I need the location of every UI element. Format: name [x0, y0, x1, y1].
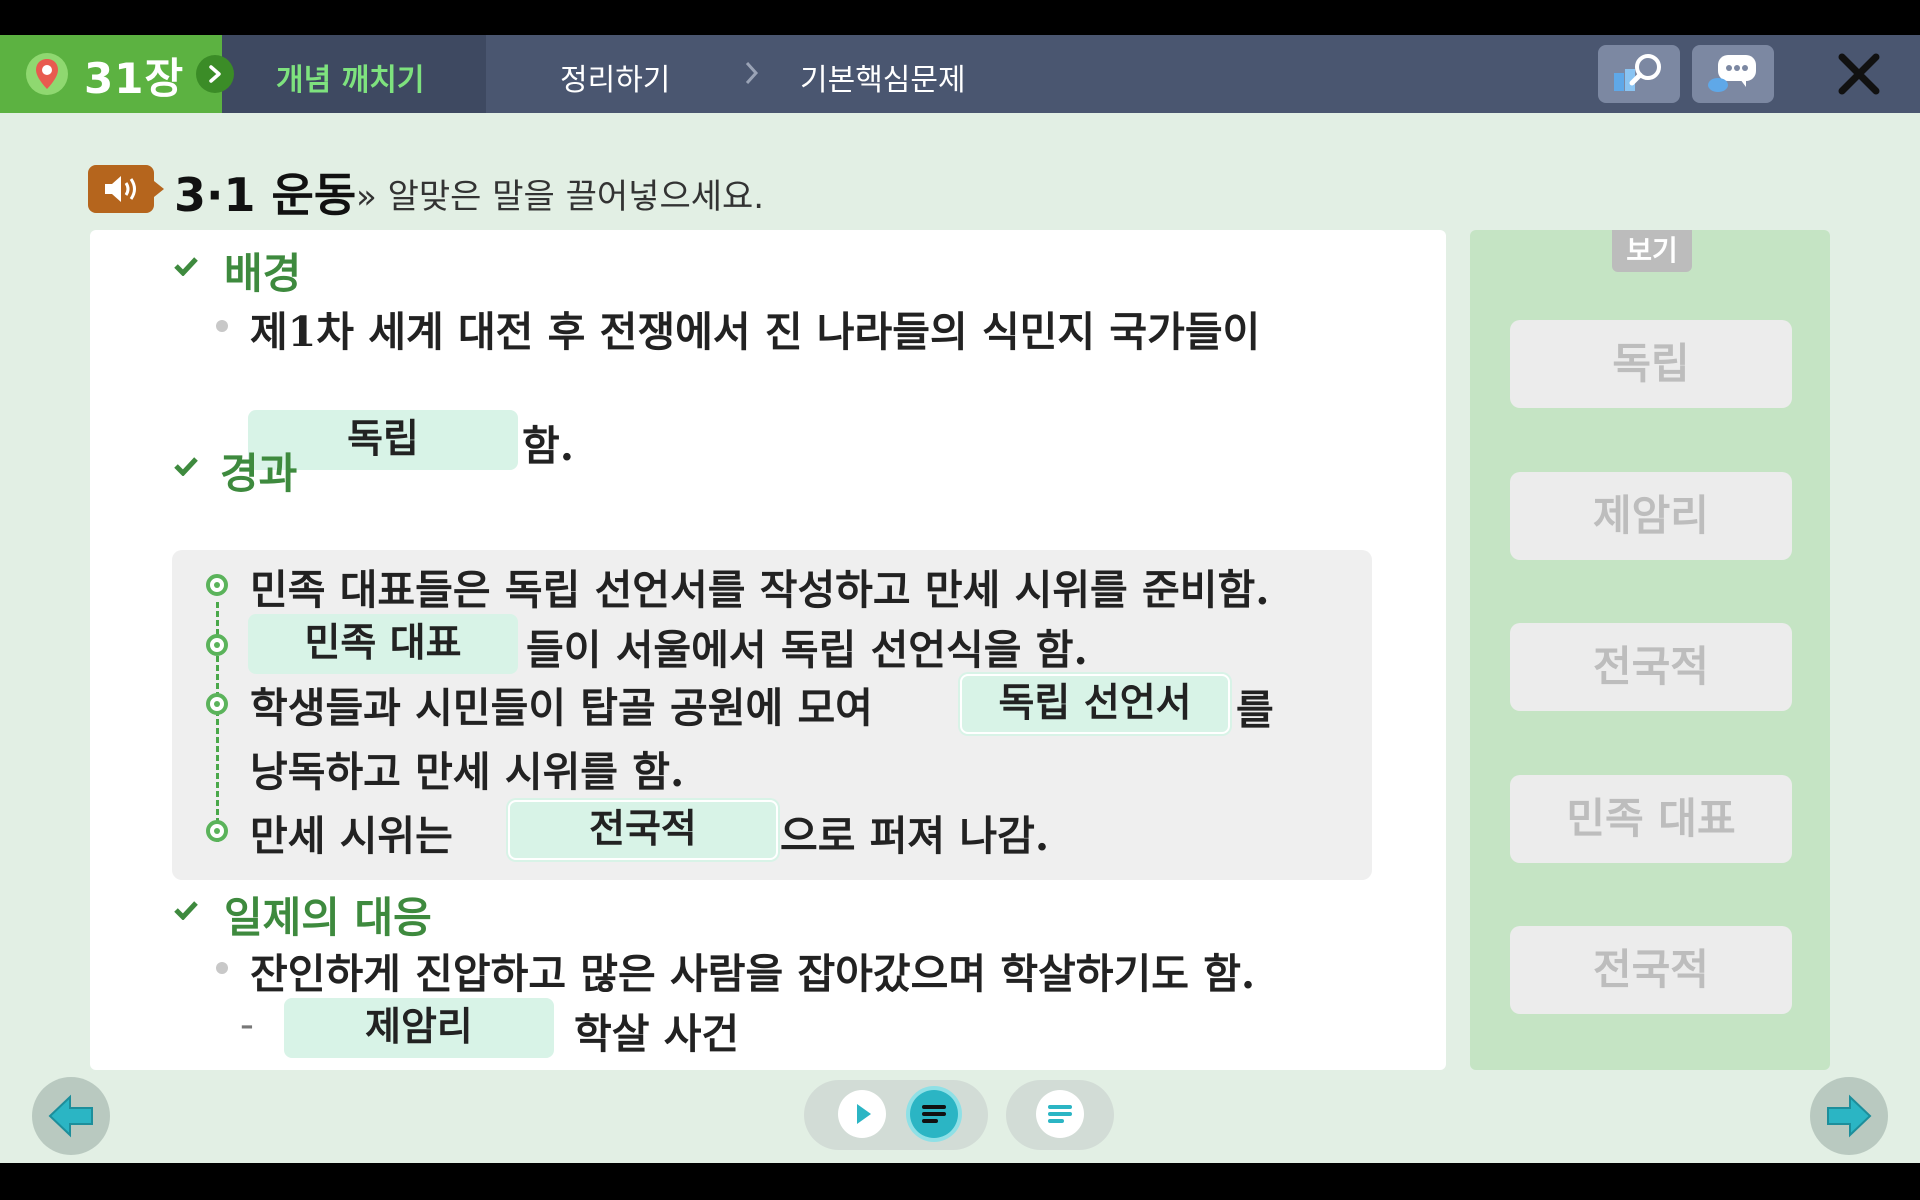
next-page-button[interactable] [1810, 1077, 1888, 1155]
script-toggle [1006, 1080, 1114, 1150]
response-suffix: 학살 사건 [574, 1010, 740, 1058]
text-lines-icon [1048, 1105, 1072, 1123]
result-item3-line2: 낭독하고 만세 시위를 함. [250, 748, 685, 796]
timeline-dot [206, 693, 228, 715]
instruction-text: » 알맞은 말을 끌어넣으세요. [356, 177, 765, 217]
timeline-dot [206, 574, 228, 596]
audio-speaker-button[interactable] [88, 165, 164, 213]
result-item3-prefix: 학생들과 시민들이 탑골 공원에 모여 [250, 684, 873, 732]
answer-slot-jeamri[interactable]: 제암리 [284, 998, 554, 1058]
top-navigation-bar: 31장 개념 깨치기 정리하기 기본핵심문제 [0, 35, 1920, 113]
tab-summary[interactable]: 정리하기 [560, 55, 670, 99]
section-title-response: 일제의 대응 [224, 893, 432, 942]
arrow-right-icon [1827, 1094, 1872, 1138]
lesson-screen: 31장 개념 깨치기 정리하기 기본핵심문제 3·1 운동 » 알맞은 말을 끌… [0, 35, 1920, 1163]
background-line1: 제1차 세계 대전 후 전쟁에서 진 나라들의 식민지 국가들이 [250, 308, 1261, 356]
previous-page-button[interactable] [32, 1077, 110, 1155]
bullet-dot [216, 962, 228, 974]
response-dash: - [240, 1000, 254, 1048]
check-icon [174, 257, 198, 276]
word-bank-item[interactable]: 전국적 [1510, 623, 1792, 711]
result-item1: 민족 대표들은 독립 선언서를 작성하고 만세 시위를 준비함. [250, 566, 1270, 614]
close-icon[interactable] [1836, 51, 1882, 97]
search-button[interactable] [1598, 45, 1680, 103]
word-bank-label: 보기 [1612, 230, 1692, 272]
lesson-title: 3·1 운동 [174, 168, 357, 222]
chat-button[interactable] [1692, 45, 1774, 103]
word-bank-item[interactable]: 전국적 [1510, 926, 1792, 1014]
result-item4-suffix: 으로 퍼져 나감. [780, 812, 1050, 860]
response-line1: 잔인하게 진압하고 많은 사람을 잡아갔으며 학살하기도 함. [250, 950, 1256, 998]
section-title-background: 배경 [224, 249, 302, 298]
tab-concept[interactable]: 개념 깨치기 [222, 35, 486, 113]
play-button[interactable] [838, 1090, 886, 1138]
check-icon [174, 457, 198, 476]
word-bank-panel: 보기 독립 제암리 전국적 민족 대표 전국적 [1470, 230, 1830, 1070]
map-pin-icon [26, 53, 68, 95]
chapter-badge[interactable]: 31장 [0, 35, 222, 113]
search-book-icon [1614, 54, 1661, 91]
chapter-number: 31장 [84, 54, 185, 103]
check-icon [174, 901, 198, 920]
speaker-icon [105, 176, 136, 202]
text-lines-icon [922, 1105, 946, 1123]
timeline-dot [206, 820, 228, 842]
result-item2-suffix: 들이 서울에서 독립 선언식을 함. [526, 626, 1088, 674]
result-item4-prefix: 만세 시위는 [250, 812, 453, 860]
bullet-dot [216, 320, 228, 332]
word-bank-item[interactable]: 독립 [1510, 320, 1792, 408]
background-line2-suffix: 함. [522, 422, 574, 470]
play-icon [857, 1104, 871, 1124]
tab-core-questions[interactable]: 기본핵심문제 [800, 55, 966, 99]
playback-controls [804, 1080, 988, 1150]
script-button[interactable] [1036, 1090, 1084, 1138]
step-separator-chevron-icon [745, 61, 759, 85]
answer-slot-declaration[interactable]: 독립 선언서 [960, 674, 1230, 734]
tab-concept-label: 개념 깨치기 [276, 63, 425, 98]
content-card: 배경 제1차 세계 대전 후 전쟁에서 진 나라들의 식민지 국가들이 독립 함… [90, 230, 1446, 1070]
answer-slot-nationwide[interactable]: 전국적 [508, 800, 778, 860]
timeline-dot [206, 634, 228, 656]
result-item3-suffix: 를 [1236, 686, 1274, 734]
word-bank-item[interactable]: 제암리 [1510, 472, 1792, 560]
section-title-result: 경과 [220, 449, 298, 498]
arrow-left-icon [48, 1094, 93, 1138]
chapter-next-button[interactable] [196, 55, 234, 93]
answer-slot-national-representatives[interactable]: 민족 대표 [248, 614, 518, 674]
word-bank-item[interactable]: 민족 대표 [1510, 775, 1792, 863]
script-button-active[interactable] [910, 1090, 958, 1138]
chat-bubble-icon [1708, 55, 1756, 92]
